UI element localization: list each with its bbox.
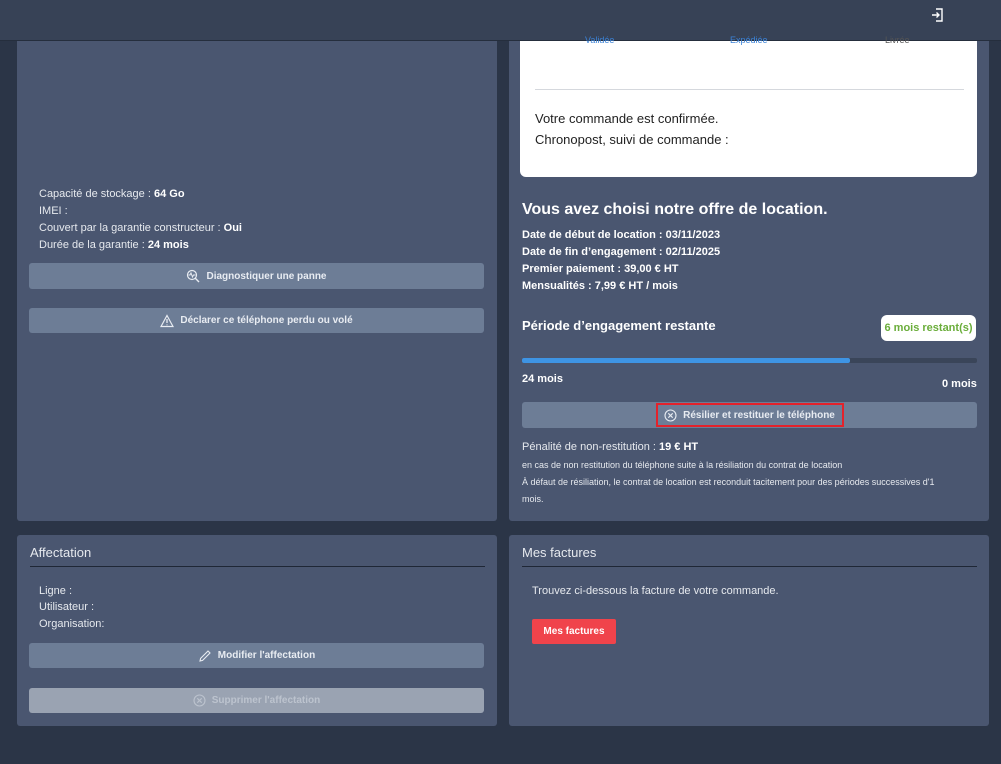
engagement-progress: [522, 358, 977, 363]
card-divider: [535, 89, 964, 90]
device-panel: Capacité de stockage : 64 Go IMEI : Couv…: [17, 41, 497, 521]
penalty-note: en cas de non restitution du téléphone s…: [522, 460, 843, 470]
start-date: Date de début de location : 03/11/2023: [522, 229, 721, 241]
pencil-icon: [199, 649, 211, 662]
first-payment: Premier paiement : 39,00 € HT: [522, 263, 679, 275]
organisation-label: Organisation:: [39, 618, 105, 630]
user-label: Utilisateur :: [39, 601, 95, 613]
tracking-text: Chronopost, suivi de commande :: [535, 132, 729, 147]
order-status-card: Validée Expédiée Livrée Votre commande e…: [520, 35, 977, 177]
declare-lost-button[interactable]: Déclarer ce téléphone perdu ou volé: [29, 308, 484, 333]
step-validated: Validée: [585, 35, 615, 45]
progress-fill: [522, 358, 850, 363]
cancel-circle-icon: [193, 694, 206, 707]
step-shipped: Expédiée: [730, 35, 768, 45]
diagnose-button[interactable]: Diagnostiquer une panne: [29, 263, 484, 289]
invoices-text: Trouvez ci-dessous la facture de votre c…: [532, 585, 779, 597]
terminate-return-button[interactable]: Résilier et restituer le téléphone: [522, 402, 977, 428]
warranty-info: Couvert par la garantie constructeur : O…: [39, 222, 242, 234]
invoices-button[interactable]: Mes factures: [532, 619, 616, 644]
delete-assignment-button[interactable]: Supprimer l'affectation: [29, 688, 484, 713]
renewal-note: À défaut de résiliation, le contrat de l…: [522, 477, 935, 487]
period-title: Période d’engagement restante: [522, 318, 716, 333]
assignment-title: Affectation: [30, 545, 92, 560]
step-delivered: Livrée: [885, 35, 910, 45]
warning-icon: [160, 313, 175, 327]
invoices-title: Mes factures: [522, 545, 597, 560]
progress-end-label: 0 mois: [942, 378, 977, 390]
line-label: Ligne :: [39, 585, 73, 597]
invoices-divider: [522, 566, 977, 567]
highlight-box: [656, 403, 844, 427]
modify-assignment-button[interactable]: Modifier l'affectation: [29, 643, 484, 668]
progress-start-label: 24 mois: [522, 373, 563, 385]
storage-info: Capacité de stockage : 64 Go: [39, 188, 185, 200]
top-bar: [0, 0, 1001, 41]
logout-icon[interactable]: [929, 7, 945, 23]
renewal-note-end: mois.: [522, 494, 544, 504]
end-date: Date de fin d’engagement : 02/11/2025: [522, 246, 721, 258]
penalty-info: Pénalité de non-restitution : 19 € HT: [522, 441, 699, 453]
remaining-badge: 6 mois restant(s): [881, 315, 976, 341]
diagnose-icon: [187, 269, 200, 283]
warranty-duration-info: Durée de la garantie : 24 mois: [39, 239, 189, 251]
monthly-payment: Mensualités : 7,99 € HT / mois: [522, 280, 678, 292]
invoices-panel: Mes factures Trouvez ci-dessous la factu…: [509, 535, 989, 726]
imei-info: IMEI :: [39, 205, 68, 217]
assignment-panel: Affectation Ligne : Utilisateur : Organi…: [17, 535, 497, 726]
order-confirmed-text: Votre commande est confirmée.: [535, 111, 719, 126]
assignment-divider: [30, 566, 485, 567]
rental-panel: Validée Expédiée Livrée Votre commande e…: [509, 35, 989, 521]
rental-title: Vous avez choisi notre offre de location…: [522, 201, 828, 218]
